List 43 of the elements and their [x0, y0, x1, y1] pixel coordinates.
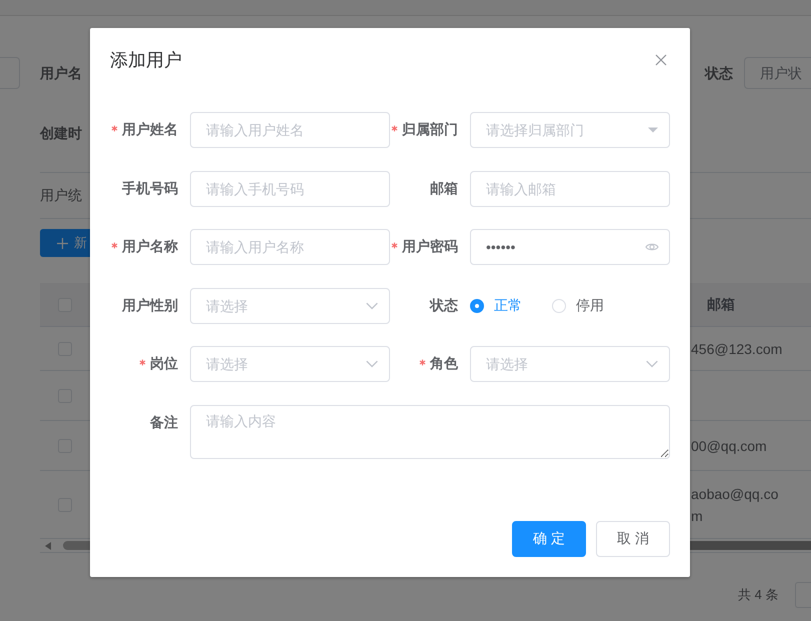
- cancel-button[interactable]: 取 消: [596, 520, 670, 556]
- radio-option[interactable]: 停用: [552, 296, 604, 314]
- radio-option[interactable]: 正常: [470, 296, 522, 314]
- table-cell-text: aobao@qq.co m: [690, 484, 778, 526]
- chevron-down-icon: [646, 360, 658, 368]
- chevron-down-icon: [366, 360, 378, 368]
- field-label: 用户密码: [402, 238, 458, 256]
- chevron-down-icon: [366, 302, 378, 309]
- text-input[interactable]: 请输入邮箱: [470, 170, 670, 206]
- confirm-button[interactable]: 确 定: [512, 520, 586, 556]
- scrollbar-thumb[interactable]: [63, 541, 90, 550]
- scroll-left-arrow-icon[interactable]: [45, 542, 51, 550]
- scrollbar-thumb[interactable]: [690, 541, 811, 550]
- field-label: 手机号码: [122, 180, 178, 198]
- form-label: 创建时: [40, 124, 82, 143]
- form-label: 状态: [705, 64, 733, 83]
- table-cell-text: 00@qq.com: [690, 436, 767, 456]
- select-field[interactable]: 用户状: [744, 57, 811, 89]
- field-label: 邮箱: [430, 180, 458, 198]
- table-cell-text: 456@123.com: [690, 340, 782, 358]
- field-label: 岗位: [150, 355, 178, 373]
- password-field[interactable]: ••••••: [470, 229, 670, 265]
- form-label: 用户名: [40, 64, 82, 83]
- eye-icon[interactable]: [645, 242, 659, 252]
- text-input[interactable]: 请输入手机号码: [190, 170, 390, 206]
- field-label: 用户性别: [122, 296, 178, 314]
- close-button[interactable]: [655, 54, 667, 66]
- section-title: 用户统: [40, 186, 82, 204]
- caret-down-icon: [648, 128, 658, 132]
- textarea-field[interactable]: 请输入内容: [190, 404, 670, 458]
- field-label: 用户姓名: [122, 121, 178, 139]
- text-input[interactable]: 请输入用户名称: [190, 229, 390, 265]
- field-label: 备注: [150, 414, 178, 432]
- dialog-title: 添加用户: [110, 49, 182, 72]
- column-header: 邮箱: [706, 296, 735, 314]
- text-input[interactable]: 请输入用户姓名: [190, 112, 390, 148]
- close-icon: [655, 54, 667, 66]
- plus-icon: [57, 238, 68, 248]
- field-label: 归属部门: [402, 121, 458, 139]
- field-label: 用户名称: [122, 238, 178, 256]
- total-count: 共 4 条: [738, 586, 778, 604]
- field-label: 状态: [430, 296, 458, 314]
- field-label: 角色: [430, 355, 458, 373]
